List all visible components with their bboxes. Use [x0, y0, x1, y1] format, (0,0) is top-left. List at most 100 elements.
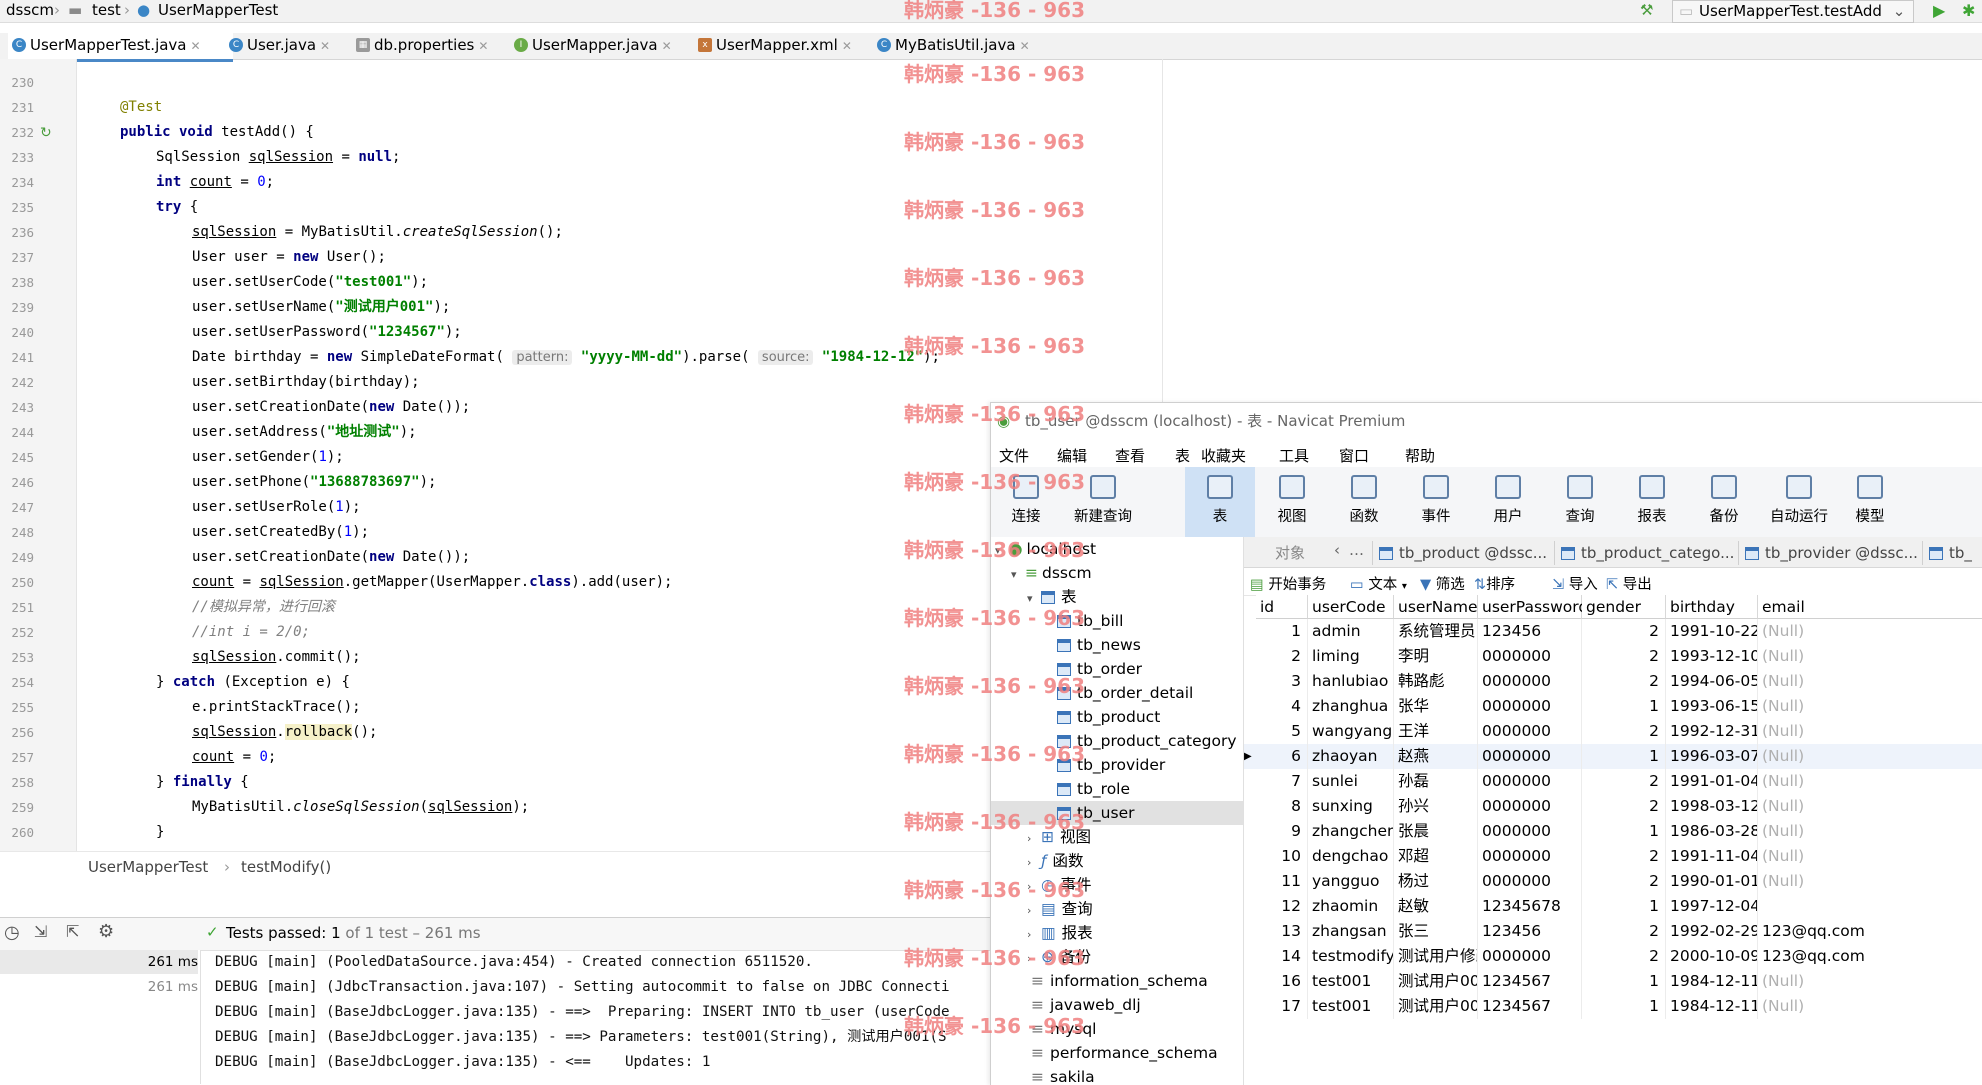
menu-tools[interactable]: 工具: [1279, 445, 1309, 466]
table-cell[interactable]: zhaoyan: [1308, 744, 1394, 769]
column-header[interactable]: email: [1758, 595, 1982, 619]
tab-tb-product[interactable]: tb_product @dssc...: [1372, 541, 1557, 565]
table-cell[interactable]: 0000000: [1478, 719, 1582, 744]
menu-view[interactable]: 查看: [1115, 445, 1145, 466]
table-cell[interactable]: 1992-12-31: [1666, 719, 1758, 744]
table-cell[interactable]: 赵燕: [1394, 744, 1478, 769]
close-icon[interactable]: ✕: [1020, 39, 1030, 53]
settings-gear-icon[interactable]: ⚙: [98, 921, 114, 942]
table-row[interactable]: 17test001测试用户001123456711984-12-11(Null): [1244, 994, 1982, 1019]
table-cell[interactable]: 张三: [1394, 919, 1478, 944]
table-cell[interactable]: 2000-10-09: [1666, 944, 1758, 969]
table-cell[interactable]: 1: [1582, 819, 1666, 844]
test-tree-row[interactable]: 261 ms: [0, 975, 198, 999]
table-cell[interactable]: 0000000: [1478, 769, 1582, 794]
table-row[interactable]: 8 sunxing 孙兴 0000000 2 1998-03-12 (Null): [1244, 794, 1982, 819]
tree-table-item[interactable]: tb_role: [1057, 777, 1130, 801]
test-tree-row[interactable]: 261 ms: [0, 950, 198, 974]
table-cell[interactable]: (Null): [1758, 619, 1982, 644]
table-cell[interactable]: 1991-01-04: [1666, 769, 1758, 794]
table-cell[interactable]: zhangsan: [1308, 919, 1394, 944]
table-cell[interactable]: (Null): [1758, 669, 1982, 694]
table-cell[interactable]: (Null): [1758, 969, 1982, 994]
tab-tb-product-category[interactable]: tb_product_catego...: [1554, 541, 1741, 565]
table-cell[interactable]: 0000000: [1478, 944, 1582, 969]
text-button[interactable]: ▭ 文本 ▾: [1350, 573, 1407, 594]
view-button[interactable]: 视图: [1257, 467, 1327, 537]
query-button[interactable]: 查询: [1545, 467, 1615, 537]
table-row[interactable]: 10 dengchao 邓超 0000000 2 1991-11-04 (Null): [1244, 844, 1982, 869]
table-cell[interactable]: test001: [1308, 994, 1394, 1019]
menu-favorites[interactable]: 收藏夹: [1201, 445, 1246, 466]
table-cell[interactable]: (Null): [1758, 794, 1982, 819]
model-button[interactable]: 模型: [1835, 467, 1905, 537]
close-icon[interactable]: ✕: [478, 39, 488, 53]
tree-database[interactable]: ≡ sakila: [1031, 1065, 1095, 1085]
table-cell[interactable]: 1992-02-29: [1666, 919, 1758, 944]
menu-window[interactable]: 窗口: [1339, 445, 1369, 466]
table-cell[interactable]: 2: [1582, 794, 1666, 819]
table-cell[interactable]: 12: [1256, 894, 1308, 919]
table-cell[interactable]: 1996-03-07: [1666, 744, 1758, 769]
table-row[interactable]: 12 zhaomin 赵敏 12345678 1 1997-12-04: [1244, 894, 1982, 919]
table-cell[interactable]: 1991-11-04: [1666, 844, 1758, 869]
table-row[interactable]: 9 zhangchen 张晨 0000000 1 1986-03-28 (Null): [1244, 819, 1982, 844]
table-cell[interactable]: (Null): [1758, 844, 1982, 869]
table-cell[interactable]: (Null): [1758, 644, 1982, 669]
menu-edit[interactable]: 编辑: [1057, 445, 1087, 466]
table-cell[interactable]: 1991-10-22: [1666, 619, 1758, 644]
table-cell[interactable]: [1758, 894, 1982, 919]
table-cell[interactable]: 1984-12-11: [1666, 969, 1758, 994]
tree-table-item[interactable]: tb_product: [1057, 705, 1160, 729]
table-cell[interactable]: 1986-03-28: [1666, 819, 1758, 844]
table-cell[interactable]: 测试用户001: [1394, 994, 1478, 1019]
table-cell[interactable]: 1: [1582, 969, 1666, 994]
table-row[interactable]: 16test001测试用户001123456711984-12-11(Null): [1244, 969, 1982, 994]
filter-button[interactable]: ▼ 筛选: [1420, 573, 1465, 594]
table-cell[interactable]: 孙磊: [1394, 769, 1478, 794]
table-cell[interactable]: 1998-03-12: [1666, 794, 1758, 819]
table-row[interactable]: 3 hanlubiao 韩路彪 0000000 2 1994-06-05 (Null): [1244, 669, 1982, 694]
table-cell[interactable]: 11: [1256, 869, 1308, 894]
tree-group[interactable]: › ƒ 函数: [1027, 849, 1083, 873]
run-test-gutter-icon[interactable]: ↻: [40, 125, 52, 141]
close-icon[interactable]: ✕: [320, 39, 330, 53]
close-icon[interactable]: ✕: [662, 39, 672, 53]
history-icon[interactable]: ◷: [4, 922, 20, 943]
table-cell[interactable]: 1234567: [1478, 969, 1582, 994]
table-cell[interactable]: 2: [1582, 869, 1666, 894]
table-cell[interactable]: 17: [1256, 994, 1308, 1019]
tree-table-item[interactable]: tb_news: [1057, 633, 1141, 657]
import-tests-icon[interactable]: ⇲: [34, 922, 47, 941]
table-cell[interactable]: 测试用户修改: [1394, 944, 1478, 969]
breadcrumb-class[interactable]: UserMapperTest: [158, 1, 278, 19]
table-cell[interactable]: 1: [1582, 744, 1666, 769]
table-cell[interactable]: 0000000: [1478, 669, 1582, 694]
table-cell[interactable]: sunxing: [1308, 794, 1394, 819]
table-cell[interactable]: (Null): [1758, 819, 1982, 844]
column-header[interactable]: userName: [1394, 595, 1478, 619]
table-row[interactable]: 13 zhangsan 张三 123456 2 1992-02-29 123@qq.com: [1244, 919, 1982, 944]
table-cell[interactable]: 1993-06-15: [1666, 694, 1758, 719]
table-cell[interactable]: wangyang: [1308, 719, 1394, 744]
table-cell[interactable]: 2: [1582, 669, 1666, 694]
table-cell[interactable]: 123@qq.com: [1758, 919, 1982, 944]
debug-icon[interactable]: ✱: [1962, 1, 1975, 20]
event-button[interactable]: 事件: [1401, 467, 1471, 537]
table-cell[interactable]: hanlubiao: [1308, 669, 1394, 694]
tab-usermapper-java[interactable]: I UserMapper.java ✕: [510, 33, 672, 59]
table-cell[interactable]: sunlei: [1308, 769, 1394, 794]
table-row[interactable]: 11 yangguo 杨过 0000000 2 1990-01-01 (Null): [1244, 869, 1982, 894]
tab-usermapper-xml[interactable]: x UserMapper.xml ✕: [694, 33, 852, 59]
table-cell[interactable]: testmodify: [1308, 944, 1394, 969]
table-cell[interactable]: 2: [1582, 919, 1666, 944]
tab-tb-user[interactable]: tb_: [1922, 541, 1982, 565]
table-cell[interactable]: 1993-12-10: [1666, 644, 1758, 669]
table-row[interactable]: 1 admin 系统管理员 123456 2 1991-10-22 (Null): [1244, 619, 1982, 644]
table-cell[interactable]: 7: [1256, 769, 1308, 794]
import-button[interactable]: ⇲ 导入: [1552, 573, 1598, 594]
tab-user-java[interactable]: C User.java ✕: [225, 33, 330, 59]
table-row[interactable]: 2 liming 李明 0000000 2 1993-12-10 (Null): [1244, 644, 1982, 669]
column-header[interactable]: userCode: [1308, 595, 1394, 619]
table-cell[interactable]: 0000000: [1478, 644, 1582, 669]
